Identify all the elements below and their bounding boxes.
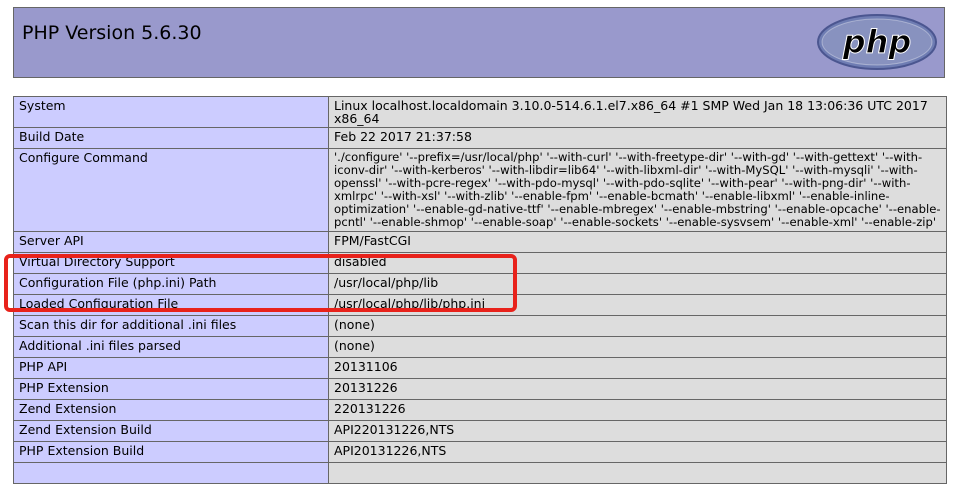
row-label: Zend Extension: [13, 399, 329, 421]
row-value: 220131226: [328, 399, 947, 421]
row-label: PHP API: [13, 357, 329, 379]
row-value: 20131106: [328, 357, 947, 379]
table-row: Build Date Feb 22 2017 21:37:58: [13, 127, 947, 149]
table-row: Additional .ini files parsed (none): [13, 336, 947, 358]
php-info-header: PHP Version 5.6.30 php: [13, 7, 945, 78]
table-row: PHP Extension Build API20131226,NTS: [13, 441, 947, 463]
row-label: Build Date: [13, 127, 329, 149]
row-value: FPM/FastCGI: [328, 231, 947, 253]
row-value: API20131226,NTS: [328, 441, 947, 463]
row-value: (none): [328, 336, 947, 358]
row-label: Additional .ini files parsed: [13, 336, 329, 358]
row-value: [328, 462, 947, 484]
row-value: API220131226,NTS: [328, 420, 947, 442]
row-label: PHP Extension Build: [13, 441, 329, 463]
row-value: 20131226: [328, 378, 947, 400]
row-label: PHP Extension: [13, 378, 329, 400]
row-value: Linux localhost.localdomain 3.10.0-514.6…: [328, 96, 947, 128]
row-label: System: [13, 96, 329, 128]
php-logo-icon: php: [817, 14, 937, 70]
table-row: System Linux localhost.localdomain 3.10.…: [13, 96, 947, 128]
row-label: Scan this dir for additional .ini files: [13, 315, 329, 337]
table-row: Zend Extension 220131226: [13, 399, 947, 421]
row-label: Zend Extension Build: [13, 420, 329, 442]
table-row: Zend Extension Build API220131226,NTS: [13, 420, 947, 442]
row-value: './configure' '--prefix=/usr/local/php' …: [328, 148, 947, 232]
table-row: PHP Extension 20131226: [13, 378, 947, 400]
row-label: Server API: [13, 231, 329, 253]
table-row: [13, 462, 947, 484]
row-label: [13, 462, 329, 484]
page-title: PHP Version 5.6.30: [22, 22, 202, 44]
table-row: Configure Command './configure' '--prefi…: [13, 148, 947, 232]
row-label: Configure Command: [13, 148, 329, 232]
table-row: PHP API 20131106: [13, 357, 947, 379]
php-logo-text: php: [842, 23, 912, 61]
highlight-box: [4, 254, 517, 312]
row-value: Feb 22 2017 21:37:58: [328, 127, 947, 149]
row-value: (none): [328, 315, 947, 337]
table-row: Scan this dir for additional .ini files …: [13, 315, 947, 337]
table-row: Server API FPM/FastCGI: [13, 231, 947, 253]
